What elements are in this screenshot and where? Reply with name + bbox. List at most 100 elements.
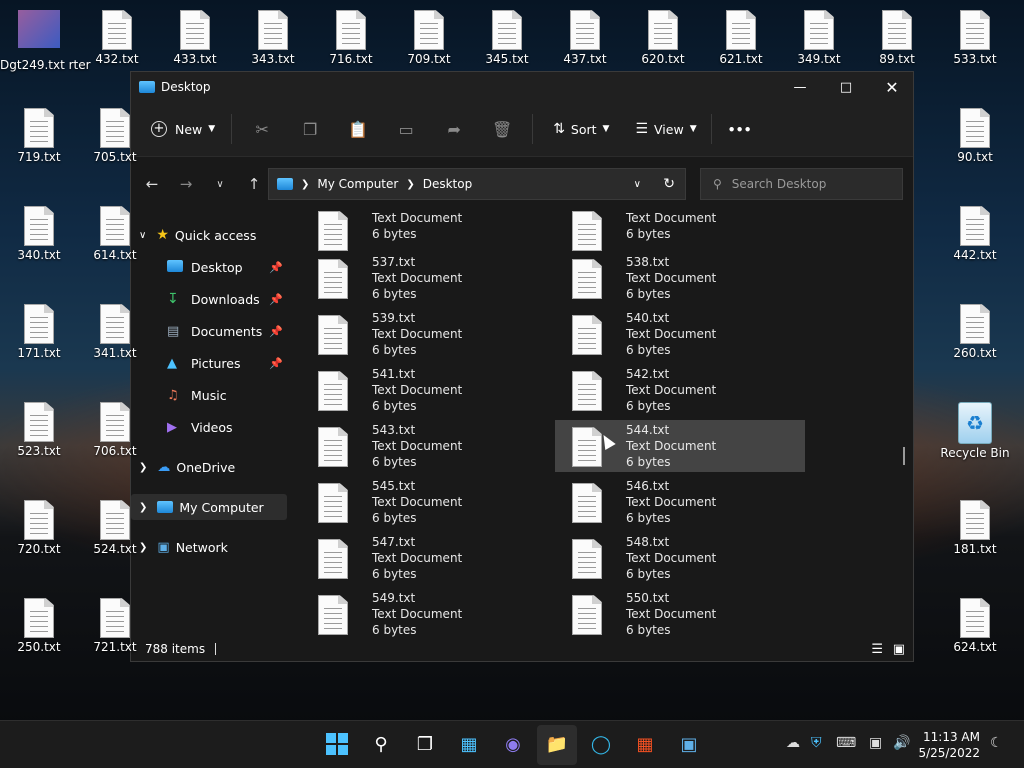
desktop-icon[interactable]: 720.txt xyxy=(0,500,78,556)
start-icon[interactable] xyxy=(324,731,350,757)
breadcrumb-my-computer[interactable]: My Computer xyxy=(317,177,398,191)
rename-icon[interactable]: ▭ xyxy=(382,120,430,139)
nav-item-videos[interactable]: ▶ Videos xyxy=(131,414,287,440)
nav-my-computer[interactable]: ❯ My Computer xyxy=(131,494,287,520)
file-explorer-window[interactable]: Desktop — □ ✕ + New ▼ ✂ ❐ 📋 ▭ ➦ 🗑 ⇅ Sort… xyxy=(130,71,914,662)
file-item[interactable]: 538.txt Text Document 6 bytes xyxy=(555,252,805,304)
file-item[interactable]: 543.txt Text Document 6 bytes xyxy=(301,420,551,472)
paste-icon[interactable]: 📋 xyxy=(334,120,382,139)
desktop-icon[interactable]: 709.txt xyxy=(390,10,468,66)
file-explorer-icon[interactable]: 📁 xyxy=(544,731,570,757)
up-arrow-icon[interactable]: ↑ xyxy=(237,175,271,193)
desktop-icon[interactable]: 523.txt xyxy=(0,402,78,458)
nav-item-downloads[interactable]: ↧ Downloads 📌 xyxy=(131,286,287,312)
share-icon[interactable]: ➦ xyxy=(430,120,478,139)
desktop-icon-top-left[interactable]: Dgt249.txt rter xyxy=(0,10,91,72)
desktop-icon[interactable]: 181.txt xyxy=(936,500,1014,556)
pin-icon[interactable]: 📌 xyxy=(269,325,283,338)
volume-icon[interactable]: 🔊 xyxy=(893,735,910,751)
clock[interactable]: 11:13 AM 5/25/2022 xyxy=(918,729,980,761)
desktop-icon[interactable]: 705.txt xyxy=(76,108,154,164)
desktop-icon[interactable]: 624.txt xyxy=(936,598,1014,654)
desktop-icon[interactable]: 89.txt xyxy=(858,10,936,66)
nav-item-music[interactable]: ♫ Music xyxy=(131,382,287,408)
search-box[interactable]: ⚲ Search Desktop xyxy=(700,168,903,200)
maximize-button[interactable]: □ xyxy=(823,72,869,102)
desktop-icon[interactable]: 90.txt xyxy=(936,108,1014,164)
desktop-icon[interactable]: 433.txt xyxy=(156,10,234,66)
delete-icon[interactable]: 🗑 xyxy=(478,120,526,139)
close-button[interactable]: ✕ xyxy=(869,72,915,102)
file-item[interactable]: 547.txt Text Document 6 bytes xyxy=(301,532,551,584)
desktop-icon[interactable]: 250.txt xyxy=(0,598,78,654)
desktop-icon[interactable]: 614.txt xyxy=(76,206,154,262)
keyboard-icon[interactable]: ⌨ xyxy=(836,735,856,751)
scrollbar[interactable] xyxy=(903,447,905,465)
more-options-button[interactable]: ••• xyxy=(728,122,752,137)
file-item[interactable]: Text Document 6 bytes xyxy=(555,210,805,256)
pin-icon[interactable]: 📌 xyxy=(269,261,283,274)
nav-item-pictures[interactable]: ▲ Pictures 📌 xyxy=(131,350,287,376)
desktop-icon[interactable]: 524.txt xyxy=(76,500,154,556)
breadcrumb-desktop[interactable]: Desktop xyxy=(423,177,473,191)
notification-moon-icon[interactable]: ☾ xyxy=(990,735,1003,751)
sort-button[interactable]: ⇅ Sort ▼ xyxy=(553,121,609,137)
file-item[interactable]: 544.txt Text Document 6 bytes xyxy=(555,420,805,472)
details-view-icon[interactable]: ☰ xyxy=(871,642,883,657)
desktop-icon[interactable]: 437.txt xyxy=(546,10,624,66)
file-item[interactable]: 542.txt Text Document 6 bytes xyxy=(555,364,805,416)
network-tool-icon[interactable]: ▣ xyxy=(676,731,702,757)
recycle-bin-desktop-icon[interactable]: ♻ Recycle Bin xyxy=(936,402,1014,460)
title-bar[interactable]: Desktop — □ ✕ xyxy=(131,72,913,102)
desktop-icon[interactable]: 349.txt xyxy=(780,10,858,66)
file-item[interactable]: 539.txt Text Document 6 bytes xyxy=(301,308,551,360)
desktop-icon[interactable]: 343.txt xyxy=(234,10,312,66)
desktop-icon[interactable]: 721.txt xyxy=(76,598,154,654)
nav-item-documents[interactable]: ▤ Documents 📌 xyxy=(131,318,287,344)
file-item[interactable]: 545.txt Text Document 6 bytes xyxy=(301,476,551,528)
chat-icon[interactable]: ◉ xyxy=(500,731,526,757)
desktop-icon[interactable]: 620.txt xyxy=(624,10,702,66)
address-dropdown-icon[interactable]: ∨ xyxy=(634,179,641,190)
search-input[interactable]: Search Desktop xyxy=(732,177,827,191)
file-item[interactable]: 541.txt Text Document 6 bytes xyxy=(301,364,551,416)
file-item[interactable]: Text Document 6 bytes xyxy=(301,210,551,256)
nav-network[interactable]: ❯ ▣ Network xyxy=(131,534,287,560)
pin-icon[interactable]: 📌 xyxy=(269,293,283,306)
file-item[interactable]: 537.txt Text Document 6 bytes xyxy=(301,252,551,304)
search-icon[interactable]: ⚲ xyxy=(368,731,394,757)
refresh-icon[interactable]: ↻ xyxy=(663,176,675,192)
cut-icon[interactable]: ✂ xyxy=(238,120,286,139)
store-icon[interactable]: ▦ xyxy=(632,731,658,757)
recent-chevron-icon[interactable]: ∨ xyxy=(203,179,237,190)
desktop-icon[interactable]: 260.txt xyxy=(936,304,1014,360)
new-button[interactable]: + New ▼ xyxy=(151,121,215,137)
desktop-icon[interactable]: 621.txt xyxy=(702,10,780,66)
nav-quick-access[interactable]: ∨ ★ Quick access xyxy=(131,222,287,248)
file-item[interactable]: 548.txt Text Document 6 bytes xyxy=(555,532,805,584)
edge-browser-icon[interactable]: ◯ xyxy=(588,731,614,757)
file-item[interactable]: 550.txt Text Document 6 bytes xyxy=(555,588,805,640)
file-item[interactable]: 546.txt Text Document 6 bytes xyxy=(555,476,805,528)
desktop-icon[interactable]: 341.txt xyxy=(76,304,154,360)
forward-arrow-icon[interactable]: → xyxy=(169,175,203,193)
nav-onedrive[interactable]: ❯ ☁ OneDrive xyxy=(131,454,287,480)
display-icon[interactable]: ▣ xyxy=(869,735,882,751)
desktop-icon[interactable]: 716.txt xyxy=(312,10,390,66)
view-button[interactable]: ☰ View ▼ xyxy=(635,121,696,137)
minimize-button[interactable]: — xyxy=(777,72,823,102)
network-off-icon[interactable]: ☁ xyxy=(786,735,800,751)
desktop-icon[interactable]: 706.txt xyxy=(76,402,154,458)
copy-icon[interactable]: ❐ xyxy=(286,120,334,139)
desktop-icon[interactable]: 340.txt xyxy=(0,206,78,262)
desktop-icon[interactable]: 171.txt xyxy=(0,304,78,360)
pin-icon[interactable]: 📌 xyxy=(269,357,283,370)
nav-item-desktop[interactable]: Desktop 📌 xyxy=(131,254,287,280)
address-bar[interactable]: ❯ My Computer ❯ Desktop ∨ ↻ xyxy=(268,168,686,200)
security-icon[interactable]: ⛨ xyxy=(811,735,822,751)
file-item[interactable]: 540.txt Text Document 6 bytes xyxy=(555,308,805,360)
task-view-icon[interactable]: ❐ xyxy=(412,731,438,757)
tiles-view-icon[interactable]: ▣ xyxy=(893,642,905,657)
desktop-icon[interactable]: 533.txt xyxy=(936,10,1014,66)
desktop-icon[interactable]: 719.txt xyxy=(0,108,78,164)
